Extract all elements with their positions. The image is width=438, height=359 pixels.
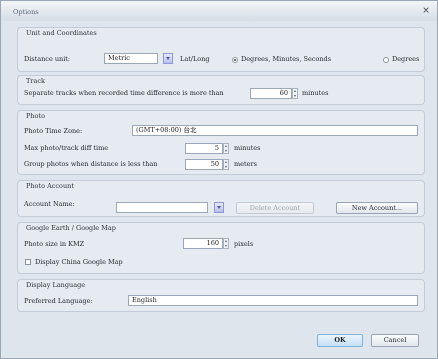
display-china-label: Display China Google Map [35,258,123,266]
new-account-button[interactable]: New Account... [336,202,418,214]
separate-tracks-unit: minutes [302,89,329,97]
group-label-track: Track [26,77,45,85]
group-label-photo-account: Photo Account [26,182,74,190]
group-distance-spinner[interactable] [223,159,229,170]
display-china-checkbox[interactable] [25,259,31,265]
photo-size-spinner[interactable] [223,238,229,249]
unit-coordinates-group: Unit and Coordinates Distance unit: Metr… [17,27,425,72]
distance-unit-dropdown-icon[interactable] [163,53,173,64]
photo-size-input[interactable]: 160 [183,238,223,249]
separate-tracks-label: Separate tracks when recorded time diffe… [24,89,224,97]
radio-dms-label: Degrees, Minutes, Seconds [241,55,332,63]
group-distance-input[interactable]: 50 [185,159,223,170]
account-name-select[interactable] [116,202,208,213]
account-name-dropdown-icon[interactable] [214,202,224,213]
max-diff-label: Max photo/track diff time [24,144,109,152]
group-label-unit-coordinates: Unit and Coordinates [26,29,97,37]
preferred-language-select[interactable]: English [128,295,418,306]
close-icon[interactable]: × [421,6,431,16]
track-group: Track Separate tracks when recorded time… [17,75,425,105]
group-distance-label: Group photos when distance is less than [24,160,158,168]
radio-dms[interactable] [232,57,238,63]
group-label-photo: Photo [26,112,45,120]
preferred-language-label: Preferred Language: [24,297,93,305]
account-name-label: Account Name: [24,200,75,208]
group-label-display-language: Display Language [26,281,86,289]
cancel-button[interactable]: Cancel [371,334,419,347]
radio-degrees-label: Degrees [392,55,420,63]
display-language-group: Display Language Preferred Language: Eng… [17,279,425,312]
distance-unit-select[interactable]: Metric [104,53,158,64]
separate-tracks-input[interactable]: 60 [250,88,292,99]
delete-account-button[interactable]: Delete Account [236,202,314,214]
distance-unit-label: Distance unit: [24,55,71,63]
photo-account-group: Photo Account Account Name: Delete Accou… [17,180,425,217]
group-distance-unit: meters [234,160,257,168]
google-group: Google Earth / Google Map Photo size in … [17,222,425,274]
separate-tracks-spinner[interactable] [292,88,298,99]
max-diff-input[interactable]: 5 [185,143,223,154]
max-diff-unit: minutes [234,144,261,152]
group-label-google: Google Earth / Google Map [26,224,116,232]
title-bar[interactable]: Options × [1,1,437,21]
photo-size-unit: pixels [234,240,254,248]
lat-long-label: Lat/Long [180,55,210,63]
photo-time-zone-select[interactable]: (GMT+08:00) 台北 [132,125,418,136]
options-dialog: Options × Unit and Coordinates Distance … [0,0,438,359]
window-title: Options [13,8,39,16]
photo-size-label: Photo size in KMZ [24,240,85,248]
photo-time-zone-label: Photo Time Zone: [24,127,83,135]
ok-button[interactable]: OK [317,334,363,347]
photo-group: Photo Photo Time Zone: (GMT+08:00) 台北 Ma… [17,110,425,175]
radio-degrees[interactable] [383,57,389,63]
max-diff-spinner[interactable] [223,143,229,154]
